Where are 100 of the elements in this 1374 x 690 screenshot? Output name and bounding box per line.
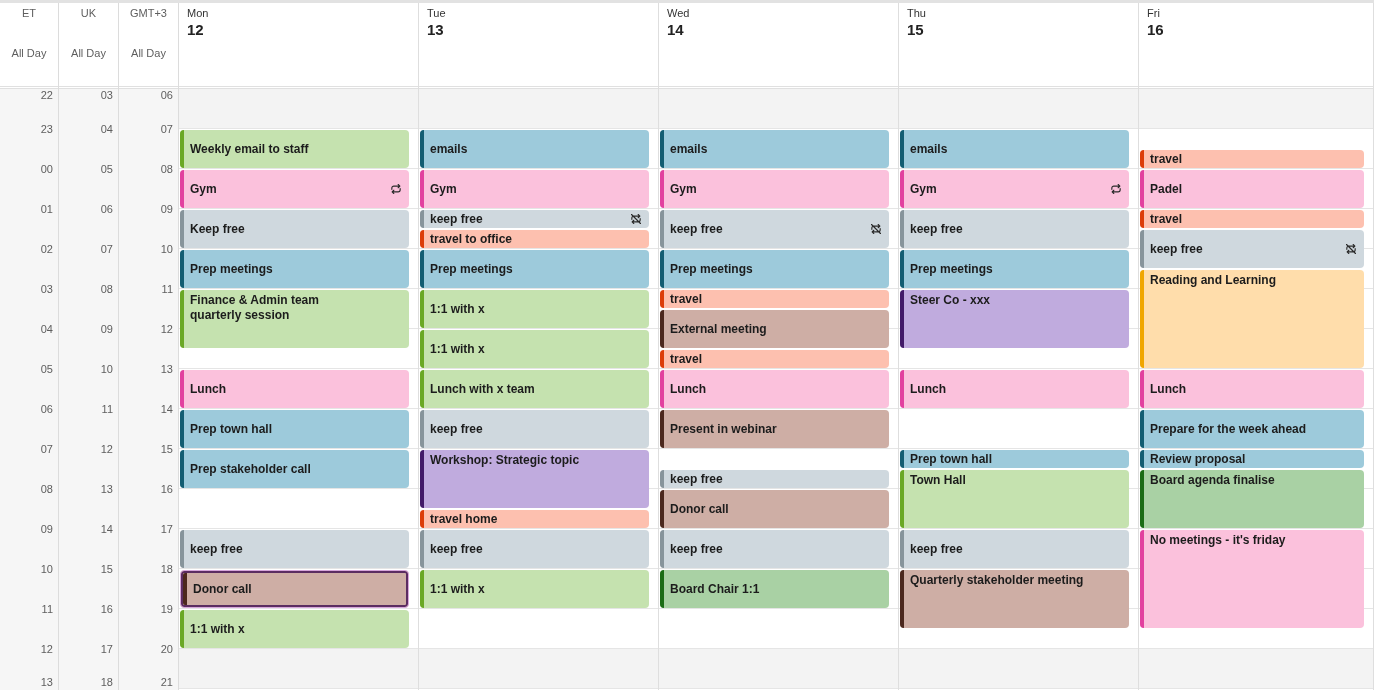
calendar-event[interactable]: keep free xyxy=(420,210,649,228)
calendar-event[interactable]: Town Hall xyxy=(900,470,1129,528)
calendar-event[interactable]: emails xyxy=(660,130,889,168)
day-number: 12 xyxy=(187,20,204,40)
calendar-event[interactable]: emails xyxy=(900,130,1129,168)
calendar-event[interactable]: Weekly email to staff xyxy=(180,130,409,168)
hour-label: 00 xyxy=(40,162,53,176)
calendar-event[interactable]: Prep meetings xyxy=(660,250,889,288)
calendar-event[interactable]: emails xyxy=(420,130,649,168)
hour-label: 18 xyxy=(100,676,113,689)
calendar-event[interactable]: Gym xyxy=(420,170,649,208)
calendar-event[interactable]: travel home xyxy=(420,510,649,528)
calendar-event[interactable]: travel xyxy=(1140,210,1364,228)
hour-label: 10 xyxy=(40,562,53,576)
calendar-event[interactable]: 1:1 with x xyxy=(420,290,649,328)
hour-label: 02 xyxy=(40,242,53,256)
hour-label: 04 xyxy=(100,122,113,136)
calendar-event[interactable]: keep free xyxy=(1140,230,1364,268)
calendar-event[interactable]: External meeting xyxy=(660,310,889,348)
calendar-event[interactable]: keep free xyxy=(900,210,1129,248)
day-number: 14 xyxy=(667,20,684,40)
calendar-event[interactable]: Gym xyxy=(660,170,889,208)
hour-label: 13 xyxy=(100,482,113,496)
hour-label: 06 xyxy=(40,402,53,416)
calendar-event[interactable]: Prep meetings xyxy=(180,250,409,288)
calendar-event[interactable]: 1:1 with x xyxy=(420,330,649,368)
hour-label: 11 xyxy=(101,402,113,416)
hour-label: 11 xyxy=(161,282,173,296)
calendar-event[interactable]: Keep free xyxy=(180,210,409,248)
calendar-event[interactable]: Board Chair 1:1 xyxy=(660,570,889,608)
hour-label: 06 xyxy=(100,202,113,216)
calendar-event[interactable]: Prep town hall xyxy=(180,410,409,448)
calendar-event[interactable]: keep free xyxy=(420,410,649,448)
calendar-event[interactable]: Lunch xyxy=(1140,370,1364,408)
day-name: Thu xyxy=(907,6,926,20)
calendar-event[interactable]: Prep meetings xyxy=(420,250,649,288)
hour-label: 23 xyxy=(40,122,53,136)
calendar-event[interactable]: Review proposal xyxy=(1140,450,1364,468)
calendar-event[interactable]: Quarterly stakeholder meeting xyxy=(900,570,1129,628)
calendar-event[interactable]: Board agenda finalise xyxy=(1140,470,1364,528)
calendar-event[interactable]: Lunch xyxy=(660,370,889,408)
hour-label: 15 xyxy=(160,442,173,456)
hour-label: 09 xyxy=(100,322,113,336)
hour-label: 12 xyxy=(100,442,113,456)
hour-label: 10 xyxy=(160,242,173,256)
hour-label: 12 xyxy=(40,642,53,656)
hour-label: 17 xyxy=(160,522,173,536)
calendar-event[interactable]: keep free xyxy=(420,530,649,568)
calendar-event[interactable]: Present in webinar xyxy=(660,410,889,448)
calendar-event[interactable]: keep free xyxy=(660,470,889,488)
hour-label: 14 xyxy=(160,402,173,416)
calendar-event[interactable]: Donor call xyxy=(180,570,409,608)
hour-label: 16 xyxy=(100,602,113,616)
day-name: Fri xyxy=(1147,6,1160,20)
hour-label: 17 xyxy=(100,642,113,656)
calendar-event[interactable]: Lunch xyxy=(180,370,409,408)
all-day-label: All Day xyxy=(11,46,47,60)
calendar-event[interactable]: Lunch with x team xyxy=(420,370,649,408)
calendar-event[interactable]: Padel xyxy=(1140,170,1364,208)
calendar-event[interactable]: 1:1 with x xyxy=(180,610,409,648)
calendar-event[interactable]: 1:1 with x xyxy=(420,570,649,608)
calendar-event[interactable]: travel to office xyxy=(420,230,649,248)
calendar-event[interactable]: Gym xyxy=(180,170,409,208)
hour-label: 11 xyxy=(41,602,53,616)
hour-label: 19 xyxy=(160,602,173,616)
calendar-event[interactable]: Prep meetings xyxy=(900,250,1129,288)
calendar-event[interactable]: keep free xyxy=(180,530,409,568)
hour-label: 13 xyxy=(40,676,53,689)
calendar-event[interactable]: Prep stakeholder call xyxy=(180,450,409,488)
hour-label: 20 xyxy=(160,642,173,656)
calendar-event[interactable]: keep free xyxy=(900,530,1129,568)
hour-label: 05 xyxy=(40,362,53,376)
calendar-event[interactable]: travel xyxy=(1140,150,1364,168)
calendar-event[interactable]: Donor call xyxy=(660,490,889,528)
hour-label: 09 xyxy=(40,522,53,536)
calendar-event[interactable]: Lunch xyxy=(900,370,1129,408)
calendar-event[interactable]: Workshop: Strategic topic xyxy=(420,450,649,508)
calendar-event[interactable]: keep free xyxy=(660,530,889,568)
calendar-event[interactable]: Reading and Learning xyxy=(1140,270,1364,368)
day-name: Tue xyxy=(427,6,446,20)
timezone-label: UK xyxy=(80,6,97,20)
calendar-event[interactable]: Steer Co - xxx xyxy=(900,290,1129,348)
hour-label: 14 xyxy=(100,522,113,536)
hour-label: 09 xyxy=(160,202,173,216)
hour-label: 12 xyxy=(160,322,173,336)
calendar-event[interactable]: Prepare for the week ahead xyxy=(1140,410,1364,448)
calendar-event[interactable]: travel xyxy=(660,290,889,308)
hour-label: 15 xyxy=(100,562,113,576)
calendar-event[interactable]: Gym xyxy=(900,170,1129,208)
calendar-event[interactable]: keep free xyxy=(660,210,889,248)
timezone-label: ET xyxy=(21,6,37,20)
calendar-event[interactable]: Prep town hall xyxy=(900,450,1129,468)
calendar-event[interactable]: travel xyxy=(660,350,889,368)
hour-label: 05 xyxy=(100,162,113,176)
hour-label: 06 xyxy=(160,89,173,102)
hour-label: 16 xyxy=(160,482,173,496)
hour-label: 22 xyxy=(40,89,53,102)
calendar-event[interactable]: Finance & Admin team quarterly session xyxy=(180,290,409,348)
calendar-event[interactable]: No meetings - it's friday xyxy=(1140,530,1364,628)
timezone-label: GMT+3 xyxy=(130,6,167,20)
